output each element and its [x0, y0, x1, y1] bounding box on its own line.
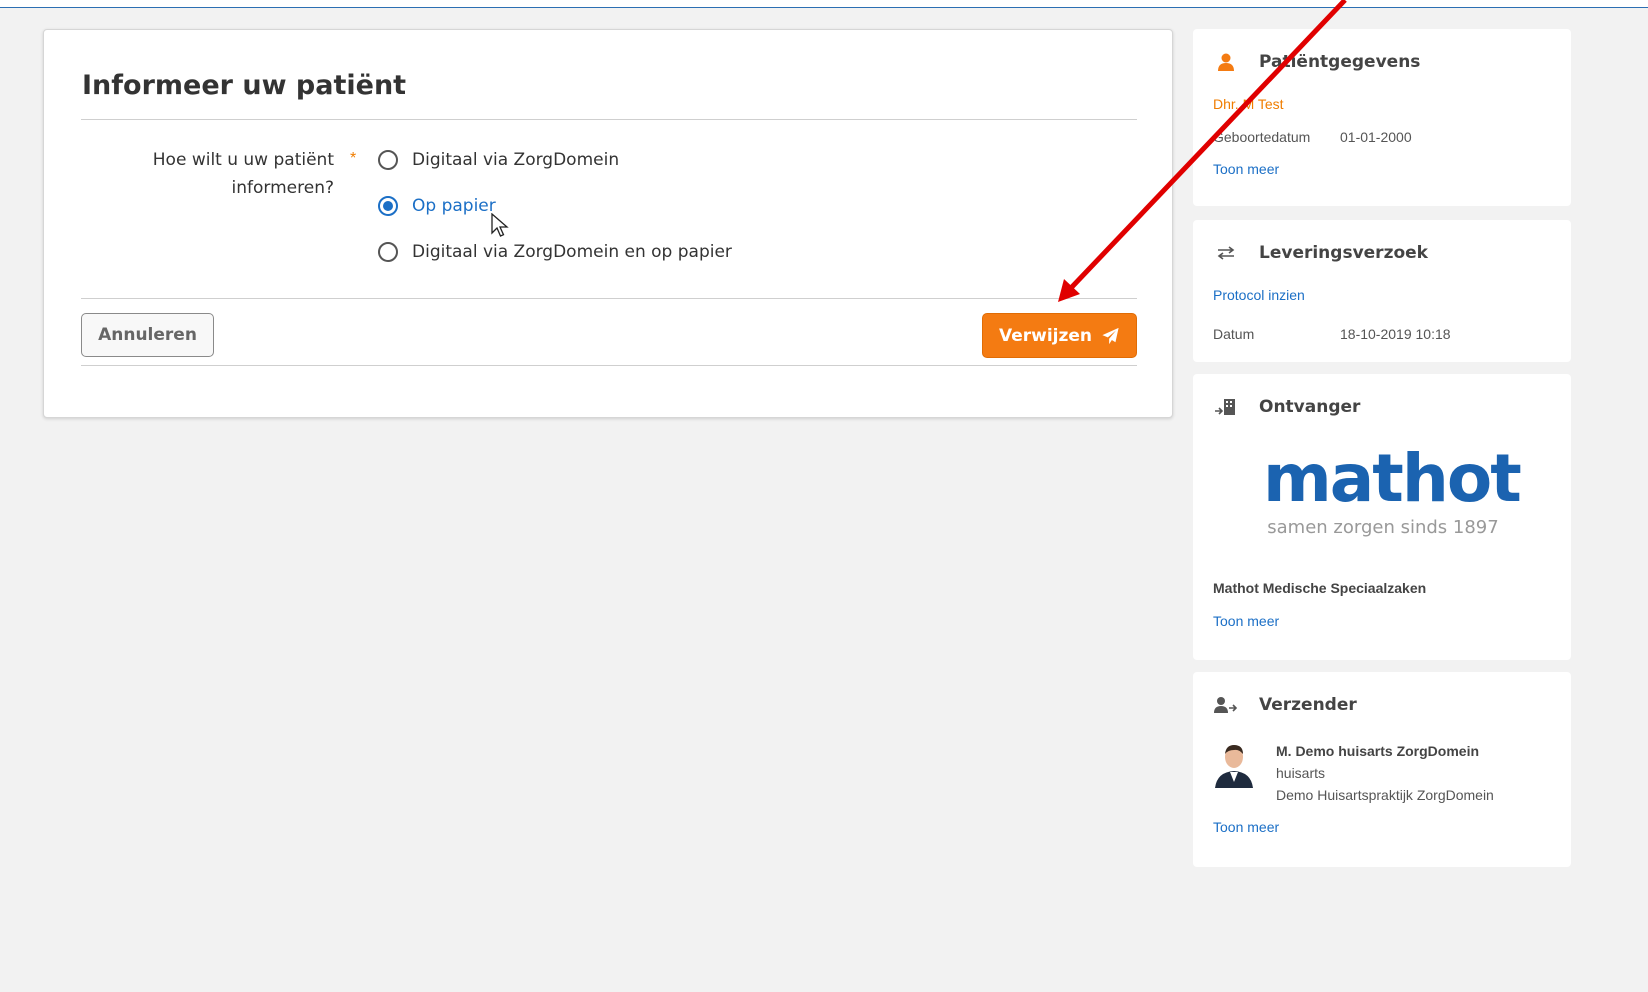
date-label: Datum: [1213, 326, 1255, 342]
inform-patient-card: Informeer uw patiënt Hoe wilt u uw patië…: [43, 29, 1173, 418]
option-label-digital-and-paper: Digitaal via ZorgDomein en op papier: [412, 242, 732, 262]
delivery-panel-title: Leveringsverzoek: [1259, 243, 1428, 263]
patient-show-more-link[interactable]: Toon meer: [1213, 161, 1279, 177]
date-value: 18-10-2019 10:18: [1340, 326, 1451, 342]
cancel-button[interactable]: Annuleren: [81, 313, 214, 357]
radio-paper[interactable]: [378, 196, 398, 216]
patient-panel-title: Patiëntgegevens: [1259, 52, 1421, 72]
radio-digital-and-paper[interactable]: [378, 242, 398, 262]
page-title: Informeer uw patiënt: [82, 70, 407, 101]
dob-label: Geboortedatum: [1213, 129, 1311, 145]
divider: [81, 119, 1137, 120]
paper-plane-icon: [1102, 327, 1119, 344]
option-label-paper: Op papier: [412, 196, 496, 216]
radio-digital[interactable]: [378, 150, 398, 170]
sender-avatar: [1215, 745, 1253, 788]
sender-show-more-link[interactable]: Toon meer: [1213, 819, 1279, 835]
option-label-digital: Digitaal via ZorgDomein: [412, 150, 620, 170]
option-digital-and-paper[interactable]: Digitaal via ZorgDomein en op papier: [378, 238, 732, 266]
patient-name: Dhr. M Test: [1213, 96, 1284, 112]
delivery-panel: Leveringsverzoek Protocol inzien Datum 1…: [1193, 220, 1571, 362]
recipient-show-more-link[interactable]: Toon meer: [1213, 613, 1279, 629]
mathot-logo-tagline: samen zorgen sinds 1897: [1267, 517, 1499, 538]
required-marker: *: [350, 150, 357, 167]
question-label: Hoe wilt u uw patiënt informeren?: [152, 150, 334, 198]
mathot-logo: mathot: [1263, 440, 1522, 517]
mouse-cursor-icon: [491, 213, 509, 237]
divider: [81, 298, 1137, 299]
sender-panel-title: Verzender: [1259, 695, 1357, 715]
refer-button[interactable]: Verwijzen: [982, 313, 1137, 358]
sender-name: M. Demo huisarts ZorgDomein: [1276, 743, 1480, 759]
sender-role: huisarts: [1276, 765, 1326, 781]
recipient-panel: Ontvanger mathot samen zorgen sinds 1897…: [1193, 374, 1571, 660]
top-border: [0, 0, 1648, 8]
user-icon: [1213, 51, 1239, 73]
user-send-icon: [1213, 694, 1239, 716]
option-digital[interactable]: Digitaal via ZorgDomein: [378, 146, 619, 174]
sender-practice: Demo Huisartspraktijk ZorgDomein: [1276, 787, 1494, 803]
transfer-icon: [1213, 242, 1239, 264]
option-paper[interactable]: Op papier: [378, 192, 496, 220]
dob-value: 01-01-2000: [1340, 129, 1412, 145]
refer-button-label: Verwijzen: [998, 325, 1093, 346]
sender-panel: Verzender M. Demo huisarts ZorgDomein hu…: [1193, 672, 1571, 867]
building-icon: [1213, 396, 1239, 418]
protocol-link[interactable]: Protocol inzien: [1213, 287, 1305, 303]
recipient-name: Mathot Medische Speciaalzaken: [1213, 580, 1427, 596]
recipient-panel-title: Ontvanger: [1259, 397, 1361, 417]
divider: [81, 365, 1137, 366]
patient-panel: Patiëntgegevens Dhr. M Test Geboortedatu…: [1193, 29, 1571, 206]
